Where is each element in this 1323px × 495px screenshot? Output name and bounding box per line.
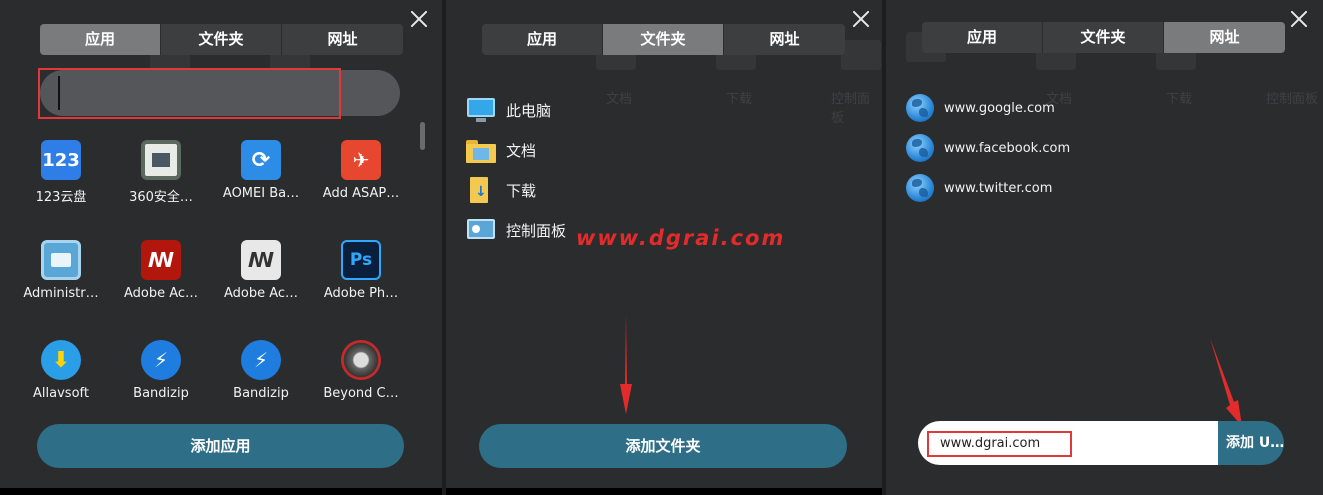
app-item[interactable]: 360安全… bbox=[116, 140, 206, 205]
tab-folders[interactable]: 文件夹 bbox=[603, 24, 724, 55]
aomei-backupper-icon: ⟳ bbox=[241, 140, 281, 180]
this-pc-icon bbox=[466, 97, 496, 123]
folder-label: 控制面板 bbox=[506, 221, 567, 240]
close-icon[interactable] bbox=[408, 8, 430, 30]
app-item[interactable]: ✈ Add ASAP… bbox=[316, 140, 406, 201]
adobe-photoshop-icon: Ps bbox=[341, 240, 381, 280]
app-label: Adobe Ac… bbox=[223, 286, 299, 301]
adobe-acrobat-reader-icon: ꟿ bbox=[241, 240, 281, 280]
app-item[interactable]: ꟿ Adobe Ac… bbox=[216, 240, 306, 301]
tab-apps[interactable]: 应用 bbox=[40, 24, 161, 55]
close-icon[interactable] bbox=[850, 8, 872, 30]
url-highlight-box bbox=[927, 431, 1072, 457]
app-item[interactable]: Ps Adobe Ph… bbox=[316, 240, 406, 301]
url-item[interactable]: www.google.com bbox=[906, 93, 1055, 123]
ghost-label: 控制面板 bbox=[1266, 92, 1319, 107]
tab-bar: 应用 文件夹 网址 bbox=[922, 22, 1285, 53]
app-item[interactable]: ⬇ Allavsoft bbox=[16, 340, 106, 401]
ghost-label: 下载 bbox=[1166, 92, 1193, 107]
arrow-annotation bbox=[620, 314, 632, 414]
tab-bar: 应用 文件夹 网址 bbox=[40, 24, 403, 55]
app-label: Adobe Ph… bbox=[323, 286, 399, 301]
tab-bar: 应用 文件夹 网址 bbox=[482, 24, 845, 55]
url-label: www.google.com bbox=[944, 100, 1055, 116]
bandizip-icon: ⚡ bbox=[141, 340, 181, 380]
documents-folder-icon bbox=[466, 137, 496, 163]
asap-utilities-icon: ✈ bbox=[341, 140, 381, 180]
app-label: 360安全… bbox=[129, 190, 193, 205]
globe-icon bbox=[906, 134, 934, 162]
url-item[interactable]: www.facebook.com bbox=[906, 133, 1070, 163]
bandizip-icon: ⚡ bbox=[241, 340, 281, 380]
url-item[interactable]: www.twitter.com bbox=[906, 173, 1052, 203]
adobe-acrobat-icon: ꟿ bbox=[141, 240, 181, 280]
app-label: Bandizip bbox=[233, 386, 289, 401]
tab-urls[interactable]: 网址 bbox=[724, 24, 845, 55]
scrollbar-thumb[interactable] bbox=[420, 122, 425, 150]
app-label: AOMEI Ba… bbox=[222, 186, 300, 201]
app-label: Administr… bbox=[23, 286, 99, 301]
app-label: Add ASAP… bbox=[322, 186, 400, 201]
tab-folders[interactable]: 文件夹 bbox=[161, 24, 282, 55]
globe-icon bbox=[906, 174, 934, 202]
tab-folders[interactable]: 文件夹 bbox=[1043, 22, 1164, 53]
ghost-label: 控制面板 bbox=[831, 92, 871, 126]
folder-label: 此电脑 bbox=[506, 101, 552, 120]
add-app-button[interactable]: 添加应用 bbox=[37, 424, 404, 468]
ghost-icon bbox=[841, 40, 881, 70]
watermark-text: www.dgrai.com bbox=[576, 226, 786, 250]
arrow-annotation bbox=[1210, 338, 1242, 426]
beyond-compare-icon bbox=[341, 340, 381, 380]
ghost-label: 文档 bbox=[606, 92, 633, 107]
downloads-folder-icon: ↓ bbox=[466, 177, 496, 203]
app-item[interactable]: ꟿ Adobe Ac… bbox=[116, 240, 206, 301]
folder-item[interactable]: 控制面板 bbox=[466, 214, 566, 246]
tab-urls[interactable]: 网址 bbox=[1164, 22, 1285, 53]
app-item[interactable]: ⚡ Bandizip bbox=[216, 340, 306, 401]
app-label: Adobe Ac… bbox=[123, 286, 199, 301]
allavsoft-icon: ⬇ bbox=[41, 340, 81, 380]
app-label: Bandizip bbox=[133, 386, 189, 401]
app-item[interactable]: Beyond C… bbox=[316, 340, 406, 401]
url-label: www.twitter.com bbox=[944, 180, 1053, 196]
tab-urls[interactable]: 网址 bbox=[282, 24, 403, 55]
globe-icon bbox=[906, 94, 934, 122]
tab-apps[interactable]: 应用 bbox=[922, 22, 1043, 53]
add-folder-button[interactable]: 添加文件夹 bbox=[479, 424, 847, 468]
add-url-button[interactable]: 添加 U… bbox=[1218, 421, 1284, 465]
folder-label: 文档 bbox=[506, 141, 537, 160]
app-label: 123云盘 bbox=[35, 190, 87, 205]
app-item[interactable]: ⚡ Bandizip bbox=[116, 340, 206, 401]
administrator-icon bbox=[41, 240, 81, 280]
folder-item[interactable]: 文档 bbox=[466, 134, 536, 166]
app-item[interactable]: 123 123云盘 bbox=[16, 140, 106, 205]
app-item[interactable]: Administr… bbox=[16, 240, 106, 301]
tab-apps[interactable]: 应用 bbox=[482, 24, 603, 55]
folder-label: 下载 bbox=[506, 181, 537, 200]
folder-item[interactable]: 此电脑 bbox=[466, 94, 551, 126]
search-highlight-box bbox=[38, 68, 341, 119]
ghost-label: 下载 bbox=[726, 92, 753, 107]
close-icon[interactable] bbox=[1288, 8, 1310, 30]
app-item[interactable]: ⟳ AOMEI Ba… bbox=[216, 140, 306, 201]
360-security-icon bbox=[141, 140, 181, 180]
app-label: Allavsoft bbox=[33, 386, 89, 401]
app-label: Beyond C… bbox=[323, 386, 399, 401]
url-label: www.facebook.com bbox=[944, 140, 1071, 156]
folder-item[interactable]: ↓ 下载 bbox=[466, 174, 536, 206]
123-cloud-icon: 123 bbox=[41, 140, 81, 180]
control-panel-icon bbox=[466, 217, 496, 243]
